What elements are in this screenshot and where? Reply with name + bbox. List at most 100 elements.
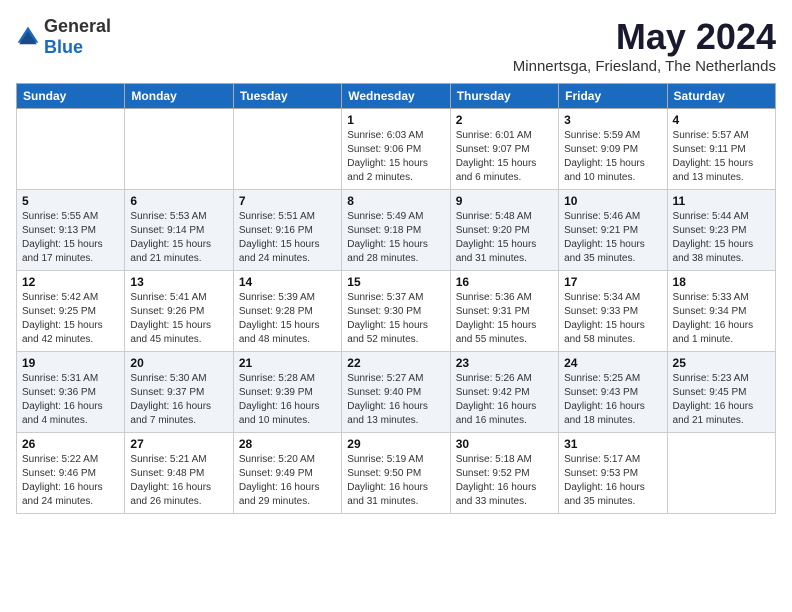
calendar-cell: 31 Sunrise: 5:17 AM Sunset: 9:53 PM Dayli… xyxy=(559,433,667,514)
logo-blue: Blue xyxy=(44,37,83,57)
cell-info-text: Sunrise: 5:42 AM Sunset: 9:25 PM Dayligh… xyxy=(22,291,119,347)
cell-date-number: 31 xyxy=(564,437,661,451)
calendar-cell: 24Sunrise: 5:25 AM Sunset: 9:43 PM Dayli… xyxy=(559,352,667,433)
cell-date-number: 8 xyxy=(347,194,444,208)
page-header: General Blue May 2024 Minnertsga, Friesl… xyxy=(16,16,776,75)
cell-info-text: Sunrise: 5:17 AM Sunset: 9:53 PM Dayligh… xyxy=(564,453,661,509)
calendar-cell: 20 Sunrise: 5:30 AM Sunset: 9:37 PM Dayli… xyxy=(125,352,233,433)
calendar-cell: 29 Sunrise: 5:19 AM Sunset: 9:50 PM Dayli… xyxy=(342,433,450,514)
cell-date-number: 25 xyxy=(673,356,770,370)
calendar-cell: 10 Sunrise: 5:46 AM Sunset: 9:21 PM Dayli… xyxy=(559,190,667,271)
calendar-cell: 9 Sunrise: 5:48 AM Sunset: 9:20 PM Daylig… xyxy=(450,190,558,271)
header-monday: Monday xyxy=(125,84,233,109)
cell-date-number: 7 xyxy=(239,194,336,208)
cell-date-number: 6 xyxy=(130,194,227,208)
header-sunday: Sunday xyxy=(17,84,125,109)
calendar-cell: 1 Sunrise: 6:03 AM Sunset: 9:06 PM Daylig… xyxy=(342,109,450,190)
cell-info-text: Sunrise: 5:18 AM Sunset: 9:52 PM Dayligh… xyxy=(456,453,553,509)
cell-date-number: 17 xyxy=(564,275,661,289)
calendar-cell: 27Sunrise: 5:21 AM Sunset: 9:48 PM Dayli… xyxy=(125,433,233,514)
cell-date-number: 19 xyxy=(22,356,119,370)
calendar-cell: 22 Sunrise: 5:27 AM Sunset: 9:40 PM Dayli… xyxy=(342,352,450,433)
cell-info-text: Sunrise: 5:30 AM Sunset: 9:37 PM Dayligh… xyxy=(130,372,227,428)
calendar-cell: 21 Sunrise: 5:28 AM Sunset: 9:39 PM Dayli… xyxy=(233,352,341,433)
week-row-2: 5 Sunrise: 5:55 AM Sunset: 9:13 PM Daylig… xyxy=(17,190,776,271)
cell-date-number: 22 xyxy=(347,356,444,370)
title-area: May 2024 Minnertsga, Friesland, The Neth… xyxy=(513,16,776,75)
cell-info-text: Sunrise: 5:20 AM Sunset: 9:49 PM Dayligh… xyxy=(239,453,336,509)
header-friday: Friday xyxy=(559,84,667,109)
cell-info-text: Sunrise: 5:55 AM Sunset: 9:13 PM Dayligh… xyxy=(22,210,119,266)
cell-date-number: 4 xyxy=(673,113,770,127)
week-row-5: 26 Sunrise: 5:22 AM Sunset: 9:46 PM Dayli… xyxy=(17,433,776,514)
cell-date-number: 14 xyxy=(239,275,336,289)
week-row-3: 12 Sunrise: 5:42 AM Sunset: 9:25 PM Dayli… xyxy=(17,271,776,352)
cell-date-number: 29 xyxy=(347,437,444,451)
cell-info-text: Sunrise: 5:46 AM Sunset: 9:21 PM Dayligh… xyxy=(564,210,661,266)
cell-date-number: 23 xyxy=(456,356,553,370)
cell-info-text: Sunrise: 5:41 AM Sunset: 9:26 PM Dayligh… xyxy=(130,291,227,347)
cell-info-text: Sunrise: 5:53 AM Sunset: 9:14 PM Dayligh… xyxy=(130,210,227,266)
cell-date-number: 11 xyxy=(673,194,770,208)
cell-info-text: Sunrise: 5:37 AM Sunset: 9:30 PM Dayligh… xyxy=(347,291,444,347)
calendar-cell: 30 Sunrise: 5:18 AM Sunset: 9:52 PM Dayli… xyxy=(450,433,558,514)
calendar-cell: 17 Sunrise: 5:34 AM Sunset: 9:33 PM Dayli… xyxy=(559,271,667,352)
cell-info-text: Sunrise: 5:51 AM Sunset: 9:16 PM Dayligh… xyxy=(239,210,336,266)
calendar-cell: 28 Sunrise: 5:20 AM Sunset: 9:49 PM Dayli… xyxy=(233,433,341,514)
calendar-cell: 13 Sunrise: 5:41 AM Sunset: 9:26 PM Dayli… xyxy=(125,271,233,352)
calendar-cell: 7 Sunrise: 5:51 AM Sunset: 9:16 PM Daylig… xyxy=(233,190,341,271)
calendar-cell xyxy=(667,433,775,514)
cell-date-number: 30 xyxy=(456,437,553,451)
cell-info-text: Sunrise: 5:27 AM Sunset: 9:40 PM Dayligh… xyxy=(347,372,444,428)
cell-info-text: Sunrise: 5:48 AM Sunset: 9:20 PM Dayligh… xyxy=(456,210,553,266)
cell-date-number: 28 xyxy=(239,437,336,451)
logo: General Blue xyxy=(16,16,111,58)
cell-date-number: 20 xyxy=(130,356,227,370)
calendar-cell: 15Sunrise: 5:37 AM Sunset: 9:30 PM Dayli… xyxy=(342,271,450,352)
cell-info-text: Sunrise: 5:34 AM Sunset: 9:33 PM Dayligh… xyxy=(564,291,661,347)
cell-date-number: 2 xyxy=(456,113,553,127)
cell-info-text: Sunrise: 5:26 AM Sunset: 9:42 PM Dayligh… xyxy=(456,372,553,428)
cell-date-number: 10 xyxy=(564,194,661,208)
cell-date-number: 12 xyxy=(22,275,119,289)
cell-info-text: Sunrise: 5:19 AM Sunset: 9:50 PM Dayligh… xyxy=(347,453,444,509)
calendar-cell: 26 Sunrise: 5:22 AM Sunset: 9:46 PM Dayli… xyxy=(17,433,125,514)
cell-info-text: Sunrise: 5:57 AM Sunset: 9:11 PM Dayligh… xyxy=(673,129,770,185)
cell-info-text: Sunrise: 6:03 AM Sunset: 9:06 PM Dayligh… xyxy=(347,129,444,185)
cell-date-number: 16 xyxy=(456,275,553,289)
calendar-cell: 3Sunrise: 5:59 AM Sunset: 9:09 PM Daylig… xyxy=(559,109,667,190)
calendar-cell: 11Sunrise: 5:44 AM Sunset: 9:23 PM Dayli… xyxy=(667,190,775,271)
calendar-cell: 8Sunrise: 5:49 AM Sunset: 9:18 PM Daylig… xyxy=(342,190,450,271)
calendar-subtitle: Minnertsga, Friesland, The Netherlands xyxy=(513,58,776,75)
cell-date-number: 13 xyxy=(130,275,227,289)
cell-info-text: Sunrise: 5:39 AM Sunset: 9:28 PM Dayligh… xyxy=(239,291,336,347)
header-wednesday: Wednesday xyxy=(342,84,450,109)
week-row-1: 1 Sunrise: 6:03 AM Sunset: 9:06 PM Daylig… xyxy=(17,109,776,190)
cell-date-number: 5 xyxy=(22,194,119,208)
cell-info-text: Sunrise: 5:23 AM Sunset: 9:45 PM Dayligh… xyxy=(673,372,770,428)
cell-info-text: Sunrise: 5:28 AM Sunset: 9:39 PM Dayligh… xyxy=(239,372,336,428)
calendar-cell: 16Sunrise: 5:36 AM Sunset: 9:31 PM Dayli… xyxy=(450,271,558,352)
logo-general: General xyxy=(44,16,111,36)
calendar-cell xyxy=(233,109,341,190)
header-tuesday: Tuesday xyxy=(233,84,341,109)
cell-info-text: Sunrise: 5:25 AM Sunset: 9:43 PM Dayligh… xyxy=(564,372,661,428)
calendar-cell: 23 Sunrise: 5:26 AM Sunset: 9:42 PM Dayli… xyxy=(450,352,558,433)
header-saturday: Saturday xyxy=(667,84,775,109)
calendar-cell: 2 Sunrise: 6:01 AM Sunset: 9:07 PM Daylig… xyxy=(450,109,558,190)
week-row-4: 19Sunrise: 5:31 AM Sunset: 9:36 PM Dayli… xyxy=(17,352,776,433)
header-row: SundayMondayTuesdayWednesdayThursdayFrid… xyxy=(17,84,776,109)
calendar-cell xyxy=(125,109,233,190)
cell-info-text: Sunrise: 5:22 AM Sunset: 9:46 PM Dayligh… xyxy=(22,453,119,509)
cell-date-number: 1 xyxy=(347,113,444,127)
cell-date-number: 26 xyxy=(22,437,119,451)
calendar-cell: 14 Sunrise: 5:39 AM Sunset: 9:28 PM Dayli… xyxy=(233,271,341,352)
cell-date-number: 21 xyxy=(239,356,336,370)
calendar-cell: 6 Sunrise: 5:53 AM Sunset: 9:14 PM Daylig… xyxy=(125,190,233,271)
cell-date-number: 9 xyxy=(456,194,553,208)
calendar-title: May 2024 xyxy=(513,16,776,58)
cell-info-text: Sunrise: 6:01 AM Sunset: 9:07 PM Dayligh… xyxy=(456,129,553,185)
cell-info-text: Sunrise: 5:33 AM Sunset: 9:34 PM Dayligh… xyxy=(673,291,770,347)
cell-info-text: Sunrise: 5:59 AM Sunset: 9:09 PM Dayligh… xyxy=(564,129,661,185)
header-thursday: Thursday xyxy=(450,84,558,109)
